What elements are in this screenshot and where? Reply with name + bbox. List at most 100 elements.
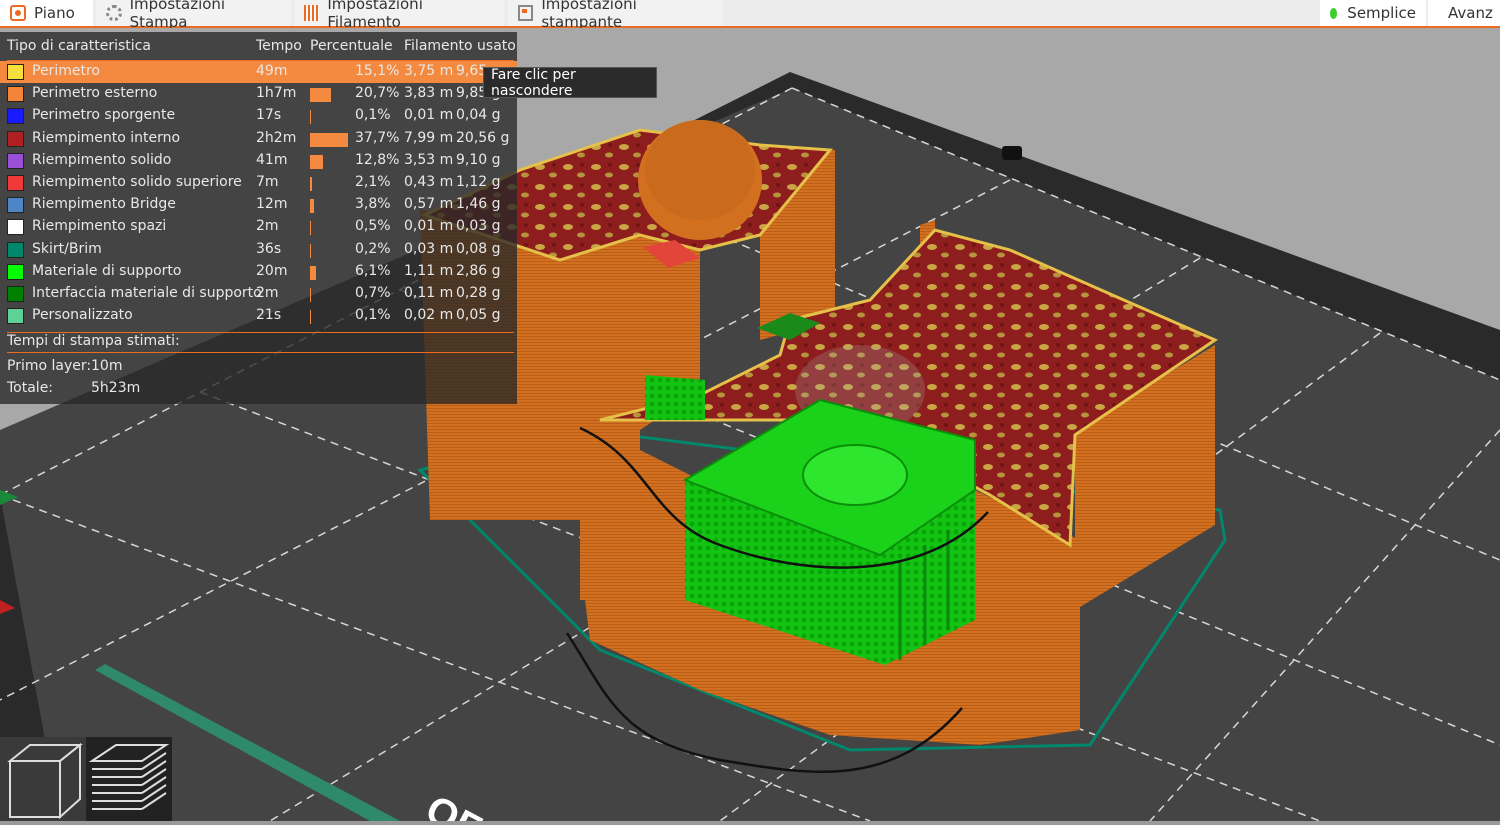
legend-row[interactable]: Riempimento spazi 2m 0,5% 0,01 m 0,03 g xyxy=(0,216,517,238)
layers-view-button[interactable] xyxy=(86,737,172,821)
color-swatch xyxy=(7,152,24,169)
percent-bar xyxy=(310,177,313,191)
feature-grams: 0,05 g xyxy=(456,307,501,324)
legend-row[interactable]: Riempimento solido superiore 7m 2,1% 0,43 m… xyxy=(0,172,517,194)
percent-bar xyxy=(310,132,348,147)
tab-label: Impostazioni stampante xyxy=(541,0,637,31)
header-filament: Filamento usato xyxy=(404,38,516,54)
feature-name: Materiale di supporto xyxy=(32,262,182,279)
feature-grams: 0,28 g xyxy=(456,285,501,301)
percent-bar xyxy=(310,110,311,125)
mode-simple-button[interactable]: Semplice xyxy=(1320,0,1426,26)
feature-name: Perimetro sporgente xyxy=(32,107,176,124)
feature-grams: 1,12 g xyxy=(456,174,501,190)
feature-meters: 0,57 m xyxy=(404,196,454,213)
feature-name: Riempimento solido superiore xyxy=(32,174,242,190)
3d-view-button[interactable] xyxy=(0,737,86,821)
feature-grams: 2,86 g xyxy=(456,262,501,279)
feature-meters: 3,83 m xyxy=(404,85,454,102)
feature-time: 1h7m xyxy=(256,85,297,102)
feature-percent: 12,8% xyxy=(355,151,400,168)
feature-time: 41m xyxy=(256,151,288,168)
feature-meters: 1,11 m xyxy=(404,262,454,279)
color-swatch xyxy=(7,263,24,280)
percent-bar xyxy=(310,154,323,169)
feature-meters: 0,43 m xyxy=(404,174,454,190)
legend-panel: Tipo di caratteristica Tempo Percentuale… xyxy=(0,32,517,404)
feature-time: 2m xyxy=(256,218,279,235)
color-swatch xyxy=(7,64,24,80)
part-bore-left-inner xyxy=(645,120,755,220)
tab-printer-settings[interactable]: Impostazioni stampante xyxy=(508,0,722,31)
percent-bar xyxy=(310,88,331,103)
legend-row[interactable]: Skirt/Brim 36s 0,2% 0,03 m 0,08 g xyxy=(0,239,517,261)
color-swatch xyxy=(7,86,24,103)
feature-grams: 20,56 g xyxy=(456,129,510,146)
bed-clip xyxy=(1002,146,1022,160)
feature-meters: 3,75 m xyxy=(404,63,454,79)
feature-percent: 0,5% xyxy=(355,218,391,235)
first-layer-label: Primo layer: xyxy=(7,358,92,374)
total-label: Totale: xyxy=(7,380,54,396)
support-block-hole xyxy=(802,444,908,506)
filament-icon xyxy=(304,5,320,21)
feature-name: Perimetro esterno xyxy=(32,85,158,102)
color-swatch xyxy=(7,241,24,258)
legend-row[interactable]: Riempimento solido 41m 12,8% 3,53 m 9,10 g xyxy=(0,150,517,172)
feature-meters: 7,99 m xyxy=(404,129,454,146)
feature-meters: 0,11 m xyxy=(404,285,454,301)
percent-bar xyxy=(310,288,311,302)
feature-percent: 6,1% xyxy=(355,262,391,279)
tab-label: Piano xyxy=(34,4,75,22)
color-swatch xyxy=(7,219,24,236)
header-percent: Percentuale xyxy=(310,38,393,54)
estimates-title: Tempi di stampa stimati: xyxy=(7,333,180,349)
tab-filament-settings[interactable]: Impostazioni Filamento xyxy=(294,0,504,31)
feature-name: Riempimento spazi xyxy=(32,218,167,235)
feature-percent: 3,8% xyxy=(355,196,391,213)
feature-percent: 37,7% xyxy=(355,129,400,146)
legend-row[interactable]: Perimetro esterno 1h7m 20,7% 3,83 m 9,85 g xyxy=(0,83,517,105)
percent-bar xyxy=(310,221,311,236)
feature-time: 7m xyxy=(256,174,279,190)
feature-meters: 0,01 m xyxy=(404,107,454,124)
feature-time: 2h2m xyxy=(256,129,297,146)
mode-advanced-button[interactable]: Avanz xyxy=(1428,0,1500,26)
legend-row[interactable]: Interfaccia materiale di supporto 2m 0,7% 0… xyxy=(0,283,517,305)
printer-icon xyxy=(518,5,534,21)
feature-name: Riempimento Bridge xyxy=(32,196,176,213)
feature-percent: 0,7% xyxy=(355,285,391,301)
legend-row[interactable]: Perimetro 49m 15,1% 3,75 m 9,65 g xyxy=(0,61,517,83)
feature-name: Skirt/Brim xyxy=(32,240,102,257)
feature-name: Personalizzato xyxy=(32,307,133,324)
feature-percent: 0,1% xyxy=(355,307,391,324)
legend-row[interactable]: Personalizzato 21s 0,1% 0,02 m 0,05 g xyxy=(0,305,517,327)
tab-piano[interactable]: Piano xyxy=(0,0,93,26)
legend-row[interactable]: Riempimento interno 2h2m 37,7% 7,99 m 20,56 … xyxy=(0,128,517,150)
percent-bar xyxy=(310,66,326,80)
percent-bar xyxy=(310,243,311,258)
support-small-column xyxy=(645,375,705,420)
feature-percent: 15,1% xyxy=(355,63,400,79)
feature-meters: 0,03 m xyxy=(404,240,454,257)
feature-time: 21s xyxy=(256,307,282,324)
feature-name: Perimetro xyxy=(32,63,100,79)
feature-grams: 0,04 g xyxy=(456,107,501,124)
header-time: Tempo xyxy=(256,38,302,54)
feature-grams: 0,03 g xyxy=(456,218,501,235)
legend-row[interactable]: Perimetro sporgente 17s 0,1% 0,01 m 0,04 g xyxy=(0,105,517,127)
tab-print-settings[interactable]: Impostazioni Stampa xyxy=(96,0,291,31)
legend-row[interactable]: Materiale di supporto 20m 6,1% 1,11 m 2,86 g xyxy=(0,261,517,283)
percent-bar xyxy=(310,199,314,214)
top-tab-bar: Piano Impostazioni Stampa Impostazioni F… xyxy=(0,0,1500,31)
feature-meters: 0,01 m xyxy=(404,218,454,235)
hide-tooltip: Fare clic per nascondere xyxy=(483,67,657,99)
feature-meters: 3,53 m xyxy=(404,151,454,168)
feature-time: 17s xyxy=(256,107,282,124)
feature-time: 12m xyxy=(256,196,288,213)
3d-view-icon xyxy=(7,742,83,820)
feature-time: 20m xyxy=(256,262,288,279)
legend-row[interactable]: Riempimento Bridge 12m 3,8% 0,57 m 1,46 g xyxy=(0,194,517,216)
feature-name: Interfaccia materiale di supporto xyxy=(32,285,262,301)
gear-icon xyxy=(106,5,122,21)
